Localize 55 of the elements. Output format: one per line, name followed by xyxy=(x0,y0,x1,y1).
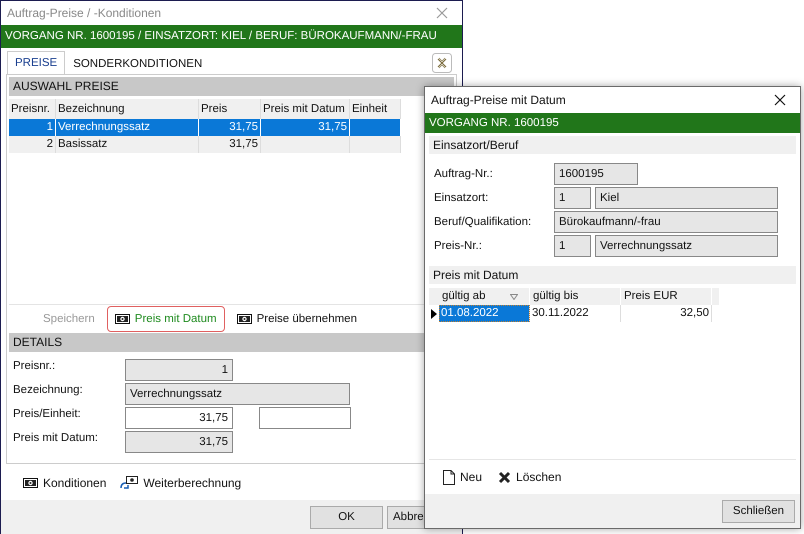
field-label: Beruf/Qualifikation: xyxy=(434,215,532,230)
document-icon xyxy=(443,470,455,484)
input-field[interactable]: 31,75 xyxy=(125,431,233,454)
link-button[interactable]: Weiterberechnung xyxy=(120,476,242,490)
close-icon[interactable] xyxy=(774,94,786,106)
table-cell: 31,75 xyxy=(199,136,261,153)
input-field[interactable]: 1 xyxy=(554,187,591,209)
input-field[interactable]: Verrechnungssatz xyxy=(595,235,778,257)
input-field[interactable]: 1600195 xyxy=(554,163,638,185)
grid-cell[interactable]: 30.11.2022 xyxy=(530,305,621,322)
tab[interactable]: SONDERKONDITIONEN xyxy=(65,52,210,74)
table-row[interactable]: 1 Verrechnungssatz 31,75 31,75 xyxy=(9,118,401,136)
grid-cell[interactable]: 32,50 xyxy=(621,305,712,322)
field-label: Bezeichnung: xyxy=(12,383,84,398)
table-row[interactable]: 2 Basissatz 31,75 xyxy=(9,136,401,153)
input-field[interactable]: Bürokaufmann/-frau xyxy=(554,211,778,233)
field-label: Einsatzort: xyxy=(434,191,490,206)
sort-icon xyxy=(510,294,518,300)
field-label: Preis/Einheit: xyxy=(12,407,82,422)
delete-icon xyxy=(498,470,512,484)
section-header: Preis mit Datum xyxy=(429,266,796,284)
column-header[interactable]: gültig bis xyxy=(530,288,621,305)
banner: VORGANG NR. 1600195 / EINSATZORT: KIEL / BERUF: BÜROKAUFMANN/-FRAU xyxy=(1,24,462,48)
unit-field[interactable] xyxy=(259,407,351,430)
input-field[interactable]: 31,75 xyxy=(125,407,233,430)
banknote-icon xyxy=(114,314,130,324)
action-button[interactable]: Preise übernehmen xyxy=(228,306,365,332)
toolbar-button[interactable]: Löschen xyxy=(498,470,562,484)
input-field[interactable]: Kiel xyxy=(595,187,778,209)
column-header[interactable]: Preis EUR xyxy=(621,288,712,305)
transfer-icon xyxy=(120,476,138,490)
tab[interactable]: PREISE xyxy=(7,50,66,74)
toolbar-button[interactable]: Neu xyxy=(443,470,482,484)
section-header: AUSWAHL PREISE xyxy=(9,76,454,96)
section-header: Einsatzort/Beruf xyxy=(429,136,796,154)
input-field[interactable]: 1 xyxy=(125,359,233,382)
input-field[interactable]: Verrechnungssatz xyxy=(125,383,350,406)
grid-cell[interactable]: 01.08.2022 xyxy=(439,305,530,322)
input-field[interactable]: 1 xyxy=(554,235,591,257)
banknote-icon xyxy=(23,478,38,488)
window-title: Auftrag-Preise mit Datum xyxy=(431,93,567,107)
link-button[interactable]: Konditionen xyxy=(23,476,106,490)
banknote-icon xyxy=(236,314,252,324)
close-tab-icon[interactable] xyxy=(432,52,452,73)
banner: VORGANG NR. 1600195 xyxy=(425,113,800,133)
field-label: Auftrag-Nr.: xyxy=(434,167,494,182)
table-cell: 2 xyxy=(9,136,56,153)
field-label: Preisnr.: xyxy=(12,359,56,374)
close-button[interactable]: Schließen xyxy=(722,500,795,522)
action-button[interactable]: Preis mit Datum xyxy=(106,306,225,332)
dialog-button[interactable]: OK xyxy=(310,506,383,529)
table-cell: Basissatz xyxy=(56,136,199,153)
field-label: Preis mit Datum: xyxy=(12,431,99,446)
field-label: Preis-Nr.: xyxy=(434,239,483,254)
window-title: Auftrag-Preise / -Konditionen xyxy=(7,6,162,20)
